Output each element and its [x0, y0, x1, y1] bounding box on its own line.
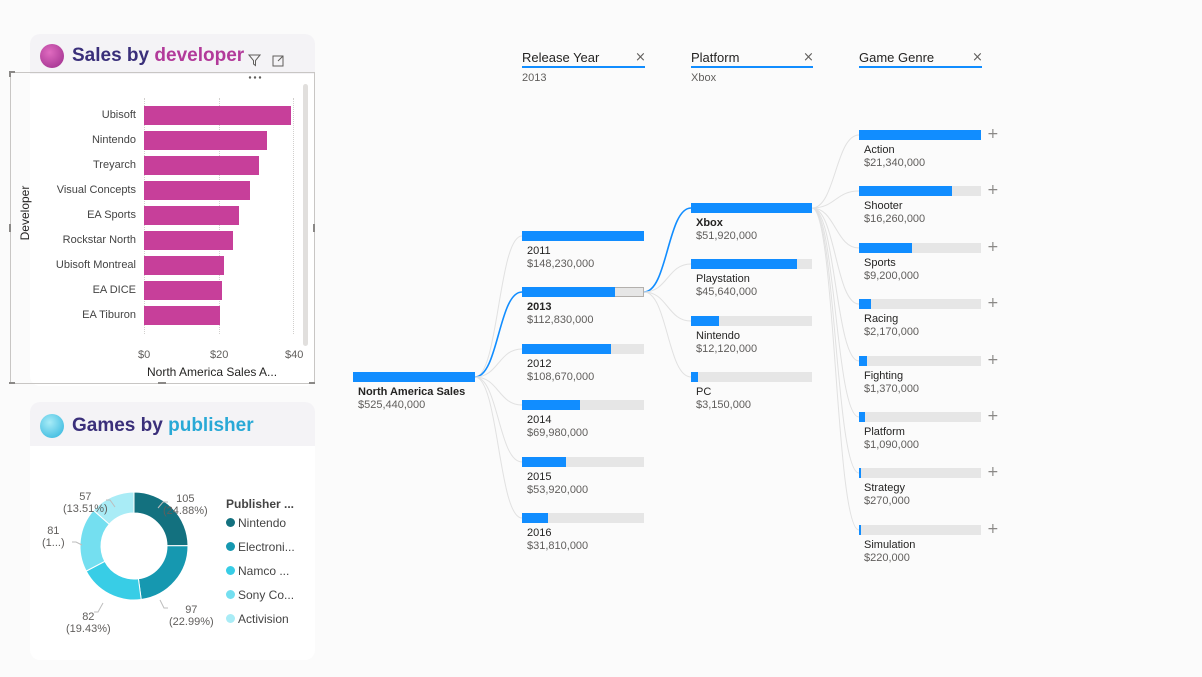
platform-node-name: Playstation [696, 273, 750, 285]
game-genre-node-name: Simulation [864, 539, 916, 551]
game-genre-node-value: $21,340,000 [864, 157, 926, 169]
game-genre-node-track[interactable] [859, 525, 981, 535]
connector [811, 134, 860, 209]
release-year-node-bar[interactable] [522, 400, 580, 410]
root-node-value: $525,440,000 [358, 399, 426, 411]
expand-plus-icon[interactable]: + [987, 408, 999, 424]
release-year-node-bar[interactable] [522, 287, 615, 297]
root-node-name: North America Sales [358, 386, 466, 398]
game-genre-node-bar[interactable] [859, 186, 952, 196]
expand-plus-icon[interactable]: + [987, 295, 999, 311]
connector [811, 207, 860, 305]
expand-plus-icon[interactable]: + [987, 239, 999, 255]
release-year-node-value: $31,810,000 [527, 540, 589, 552]
connector [643, 263, 692, 293]
expand-plus-icon[interactable]: + [987, 126, 999, 142]
game-genre-node-value: $1,090,000 [864, 439, 920, 451]
column-header-underline [691, 66, 813, 68]
game-genre-node-bar[interactable] [859, 468, 861, 478]
connector [643, 291, 692, 378]
game-genre-node-name: Strategy [864, 482, 905, 494]
release-year-node-bar[interactable] [522, 513, 548, 523]
release-year-node-value: $112,830,000 [527, 314, 594, 326]
close-icon[interactable]: × [972, 50, 983, 65]
game-genre-node-bar[interactable] [859, 412, 865, 422]
connector [811, 207, 860, 474]
game-genre-node-track[interactable] [859, 356, 981, 366]
game-genre-node-name: Racing [864, 313, 899, 325]
release-year-node-name: 2013 [527, 301, 552, 313]
connector [474, 376, 523, 519]
game-genre-node-bar[interactable] [859, 243, 912, 253]
release-year-node-name: 2012 [527, 358, 552, 370]
game-genre-node-track[interactable] [859, 412, 981, 422]
game-genre-node-bar[interactable] [859, 130, 981, 140]
platform-node-track[interactable] [691, 372, 812, 382]
column-header[interactable]: Platform [691, 50, 739, 65]
connector [643, 291, 692, 322]
release-year-node-value: $53,920,000 [527, 484, 589, 496]
game-genre-node-name: Shooter [864, 200, 903, 212]
platform-node-name: Nintendo [696, 330, 741, 342]
game-genre-node-value: $270,000 [864, 495, 910, 507]
connector [811, 207, 860, 418]
game-genre-node-value: $16,260,000 [864, 213, 926, 225]
game-genre-node-value: $220,000 [864, 552, 910, 564]
platform-node-value: $45,640,000 [696, 286, 758, 298]
game-genre-node-value: $9,200,000 [864, 270, 920, 282]
game-genre-node-track[interactable] [859, 468, 981, 478]
game-genre-node-value: $1,370,000 [864, 383, 920, 395]
release-year-node-name: 2015 [527, 471, 552, 483]
release-year-node-value: $148,230,000 [527, 258, 595, 270]
column-filter-value: 2013 [522, 72, 547, 84]
release-year-node-name: 2016 [527, 527, 552, 539]
game-genre-node-bar[interactable] [859, 356, 867, 366]
selected-connector [643, 207, 692, 293]
column-filter-value: Xbox [691, 72, 717, 84]
expand-plus-icon[interactable]: + [987, 182, 999, 198]
connector [474, 235, 523, 378]
release-year-node-name: 2014 [527, 414, 552, 426]
close-icon[interactable]: × [803, 50, 814, 65]
platform-node-value: $3,150,000 [696, 399, 752, 411]
game-genre-node-name: Platform [864, 426, 905, 438]
release-year-node-bar[interactable] [522, 231, 644, 241]
release-year-node-value: $69,980,000 [527, 427, 589, 439]
game-genre-node-name: Sports [864, 257, 896, 269]
column-header[interactable]: Release Year [522, 50, 599, 65]
close-icon[interactable]: × [635, 50, 646, 65]
platform-node-name: Xbox [696, 217, 723, 229]
game-genre-node-value: $2,170,000 [864, 326, 920, 338]
game-genre-node-track[interactable] [859, 299, 981, 309]
game-genre-node-bar[interactable] [859, 525, 861, 535]
expand-plus-icon[interactable]: + [987, 521, 999, 537]
platform-node-bar[interactable] [691, 316, 719, 326]
release-year-node-bar[interactable] [522, 457, 566, 467]
platform-node-bar[interactable] [691, 259, 797, 269]
platform-node-name: PC [696, 386, 712, 398]
release-year-node-name: 2011 [527, 245, 551, 257]
root-node-bar[interactable] [353, 372, 475, 382]
platform-node-value: $51,920,000 [696, 230, 758, 242]
game-genre-node-bar[interactable] [859, 299, 871, 309]
column-header-underline [859, 66, 982, 68]
decomposition-tree-connectors [474, 134, 860, 531]
release-year-node-bar[interactable] [522, 344, 611, 354]
game-genre-node-name: Fighting [864, 370, 904, 382]
game-genre-node-name: Action [864, 144, 895, 156]
platform-node-bar[interactable] [691, 372, 698, 382]
column-header[interactable]: Game Genre [859, 50, 934, 65]
expand-plus-icon[interactable]: + [987, 352, 999, 368]
expand-plus-icon[interactable]: + [987, 464, 999, 480]
platform-node-bar[interactable] [691, 203, 812, 213]
platform-node-value: $12,120,000 [696, 343, 758, 355]
column-header-underline [522, 66, 645, 68]
release-year-node-value: $108,670,000 [527, 371, 595, 383]
